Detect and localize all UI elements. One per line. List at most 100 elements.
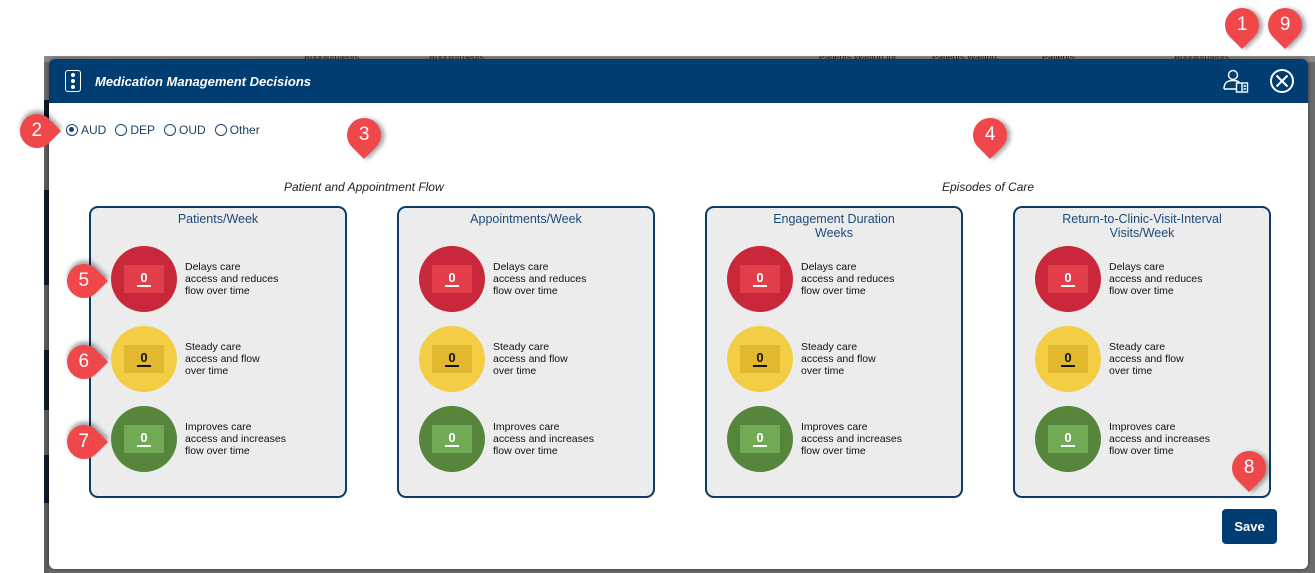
- value-input[interactable]: 0: [124, 345, 164, 373]
- save-button[interactable]: Save: [1222, 509, 1277, 544]
- green-circle: 0: [419, 406, 485, 472]
- option-improves: 0 Improves care access and increases flow o…: [1035, 406, 1224, 472]
- value-text: 0: [445, 431, 459, 447]
- radio-label: AUD: [81, 123, 107, 137]
- radio-other[interactable]: Other: [214, 123, 260, 137]
- label-line: flow over time: [801, 445, 866, 457]
- label-line: Delays care: [185, 261, 241, 273]
- value-input[interactable]: 0: [1048, 345, 1088, 373]
- value-text: 0: [753, 431, 767, 447]
- option-label: Delays care access and reduces flow over t…: [493, 261, 608, 297]
- value-text: 0: [445, 351, 459, 367]
- radio-button[interactable]: [66, 124, 78, 136]
- condition-radio-group: AUD DEP OUD Other: [66, 123, 260, 137]
- label-line: Improves care: [185, 421, 252, 433]
- label-line: access and reduces: [1109, 273, 1203, 285]
- option-steady: 0 Steady care access and flow over time: [111, 326, 300, 392]
- label-line: Steady care: [801, 341, 858, 353]
- value-input[interactable]: 0: [124, 425, 164, 453]
- label-line: Improves care: [801, 421, 868, 433]
- label-line: Improves care: [1109, 421, 1176, 433]
- label-line: Delays care: [1109, 261, 1165, 273]
- label-line: access and flow: [185, 353, 260, 365]
- callout-number: 7: [78, 431, 90, 453]
- radio-button[interactable]: [214, 124, 227, 136]
- option-label: Delays care access and reduces flow over t…: [185, 261, 300, 297]
- option-steady: 0 Steady care access and flow over time: [727, 326, 916, 392]
- callout-number: 3: [358, 124, 370, 146]
- label-line: access and flow: [1109, 353, 1184, 365]
- card-title-line: Return-to-Clinic-Visit-Interval: [1062, 212, 1222, 226]
- label-line: flow over time: [493, 445, 558, 457]
- option-delays: 0 Delays care access and reduces flow over …: [111, 246, 300, 312]
- option-label: Improves care access and increases flow ov…: [493, 421, 608, 457]
- value-input[interactable]: 0: [432, 425, 472, 453]
- radio-label: OUD: [179, 123, 206, 137]
- callout-number: 6: [78, 351, 90, 373]
- value-input[interactable]: 0: [432, 265, 472, 293]
- option-label: Improves care access and increases flow ov…: [185, 421, 300, 457]
- option-label: Delays care access and reduces flow over t…: [1109, 261, 1224, 297]
- value-text: 0: [137, 351, 151, 367]
- value-input[interactable]: 0: [740, 345, 780, 373]
- label-line: Steady care: [185, 341, 242, 353]
- radio-dep[interactable]: DEP: [115, 123, 155, 137]
- modal-title: Medication Management Decisions: [95, 73, 311, 89]
- label-line: Delays care: [801, 261, 857, 273]
- option-improves: 0 Improves care access and increases flow o…: [111, 406, 300, 472]
- value-input[interactable]: 0: [1048, 265, 1088, 293]
- yellow-circle: 0: [1035, 326, 1101, 392]
- label-line: access and reduces: [493, 273, 587, 285]
- red-circle: 0: [1035, 246, 1101, 312]
- callout-number: 4: [984, 124, 996, 146]
- card-title: Patients/Week: [91, 212, 345, 242]
- value-text: 0: [753, 351, 767, 367]
- metric-card: Appointments/Week 0 Delays care access and …: [397, 206, 655, 498]
- yellow-circle: 0: [419, 326, 485, 392]
- callout-number: 5: [78, 270, 90, 292]
- close-circle-icon[interactable]: [1268, 67, 1296, 95]
- value-input[interactable]: 0: [1048, 425, 1088, 453]
- yellow-circle: 0: [111, 326, 177, 392]
- label-line: flow over time: [1109, 445, 1174, 457]
- option-delays: 0 Delays care access and reduces flow over …: [1035, 246, 1224, 312]
- section-title-flow: Patient and Appointment Flow: [284, 180, 444, 194]
- option-label: Improves care access and increases flow ov…: [801, 421, 916, 457]
- radio-label: Other: [229, 123, 260, 137]
- green-circle: 0: [727, 406, 793, 472]
- option-improves: 0 Improves care access and increases flow o…: [727, 406, 916, 472]
- radio-label: DEP: [130, 123, 156, 137]
- callout-number: 1: [1236, 14, 1248, 36]
- radio-oud[interactable]: OUD: [164, 123, 206, 137]
- label-line: access and flow: [801, 353, 876, 365]
- metric-card: Patients/Week 0 Delays care access and redu…: [89, 206, 347, 498]
- label-line: flow over time: [185, 445, 250, 457]
- label-line: over time: [801, 365, 845, 377]
- label-line: flow over time: [493, 285, 558, 297]
- label-line: Delays care: [493, 261, 549, 273]
- value-input[interactable]: 0: [124, 265, 164, 293]
- provider-card-icon[interactable]: [1222, 67, 1250, 95]
- value-text: 0: [1061, 431, 1075, 447]
- card-title-line: Appointments/Week: [470, 212, 582, 226]
- value-text: 0: [137, 271, 151, 287]
- radio-aud[interactable]: AUD: [66, 123, 106, 137]
- medication-management-modal: Medication Management Decisions AUD DEP …: [49, 59, 1308, 569]
- menu-icon[interactable]: [65, 70, 81, 92]
- radio-button[interactable]: [164, 124, 177, 136]
- label-line: access and increases: [493, 433, 594, 445]
- value-text: 0: [445, 271, 459, 287]
- card-title: Appointments/Week: [399, 212, 653, 242]
- card-title-line: Patients/Week: [177, 212, 259, 226]
- label-line: access and increases: [1109, 433, 1210, 445]
- value-input[interactable]: 0: [740, 265, 780, 293]
- metric-card: Return-to-Clinic-Visit-Interval Visits/We…: [1013, 206, 1271, 498]
- radio-button[interactable]: [115, 124, 128, 136]
- option-delays: 0 Delays care access and reduces flow over …: [419, 246, 608, 312]
- value-input[interactable]: 0: [740, 425, 780, 453]
- option-label: Delays care access and reduces flow over t…: [801, 261, 916, 297]
- value-input[interactable]: 0: [432, 345, 472, 373]
- section-title-episodes: Episodes of Care: [942, 180, 1035, 194]
- label-line: flow over time: [1109, 285, 1174, 297]
- callout-number: 9: [1279, 14, 1291, 36]
